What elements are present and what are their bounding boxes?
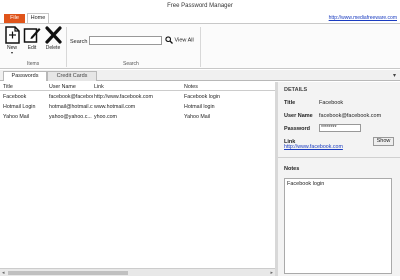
search-group-label: Search bbox=[123, 61, 139, 67]
cell-notes: Yahoo Mail bbox=[184, 114, 211, 120]
details-panel: DETAILS Title Facebook User Name faceboo… bbox=[278, 82, 400, 276]
file-tab[interactable]: File bbox=[4, 14, 25, 23]
scrollbar-thumb[interactable] bbox=[8, 271, 128, 275]
edit-button-label: Edit bbox=[27, 45, 37, 51]
delete-x-icon bbox=[44, 26, 62, 44]
search-label: Search bbox=[70, 39, 88, 45]
column-header-notes[interactable]: Notes bbox=[184, 84, 198, 90]
column-header-title[interactable]: Title bbox=[3, 84, 13, 90]
column-header-link[interactable]: Link bbox=[94, 84, 104, 90]
new-document-icon bbox=[4, 26, 20, 44]
items-group-label: Items bbox=[27, 61, 40, 67]
cell-link: http://www.facebook.com bbox=[94, 94, 153, 100]
title-bar: Free Password Manager bbox=[0, 0, 400, 12]
edit-button[interactable]: Edit bbox=[22, 26, 42, 51]
cell-title: Yahoo Mail bbox=[3, 114, 30, 120]
divider bbox=[278, 157, 400, 158]
cell-username: yahoo@yahoo.c... bbox=[49, 114, 92, 120]
new-button[interactable]: New ▾ bbox=[2, 26, 22, 55]
chevron-down-icon[interactable]: ▾ bbox=[393, 72, 396, 79]
ribbon-separator bbox=[200, 27, 201, 67]
search-input[interactable] bbox=[89, 36, 162, 45]
notes-textarea[interactable]: Facebook login bbox=[284, 178, 392, 274]
cell-link: yhoo.com bbox=[94, 114, 117, 120]
column-header-username[interactable]: User Name bbox=[49, 84, 76, 90]
details-heading: DETAILS bbox=[284, 87, 308, 93]
show-password-button[interactable]: Show bbox=[373, 137, 394, 146]
ribbon-tabs: File Home http://www.mediafreeware.com bbox=[0, 13, 400, 23]
title-value: Facebook bbox=[319, 100, 344, 106]
view-all-label: View All bbox=[174, 37, 194, 44]
scroll-left-icon[interactable]: ◂ bbox=[2, 270, 5, 276]
search-icon bbox=[165, 36, 173, 44]
delete-button-label: Delete bbox=[45, 45, 61, 51]
view-all-button[interactable]: View All bbox=[165, 36, 194, 44]
delete-button[interactable]: Delete bbox=[43, 26, 63, 51]
password-label: Password bbox=[284, 126, 310, 132]
edit-icon bbox=[23, 28, 41, 43]
passwords-table: Title User Name Link Notes Facebook face… bbox=[0, 82, 275, 268]
tab-passwords[interactable]: Passwords bbox=[3, 71, 47, 81]
cell-username: hotmail@hotmail.c... bbox=[49, 104, 93, 110]
notes-heading: Notes bbox=[284, 166, 300, 172]
document-tabs: Passwords Credit Cards ▾ bbox=[0, 70, 400, 81]
table-header: Title User Name Link Notes bbox=[0, 82, 275, 91]
cell-username: facebook@faceboo... bbox=[49, 94, 93, 100]
password-field[interactable]: ******** bbox=[319, 124, 361, 132]
home-tab[interactable]: Home bbox=[27, 13, 49, 23]
scroll-right-icon[interactable]: ▸ bbox=[270, 270, 273, 276]
chevron-down-icon: ▾ bbox=[10, 50, 13, 55]
link-value[interactable]: http://www.facebook.com bbox=[284, 144, 343, 150]
title-label: Title bbox=[284, 100, 296, 106]
ribbon: New ▾ Edit Delete Items Search View All … bbox=[0, 23, 400, 69]
window-title: Free Password Manager bbox=[167, 3, 233, 9]
cell-link: www.hotmail.com bbox=[94, 104, 136, 110]
username-value: facebook@facebook.com bbox=[319, 113, 382, 119]
ribbon-separator bbox=[66, 27, 67, 67]
horizontal-scrollbar[interactable]: ◂ ▸ bbox=[0, 268, 275, 276]
website-link[interactable]: http://www.mediafreeware.com bbox=[329, 15, 397, 21]
cell-title: Hotmail Login bbox=[3, 104, 36, 110]
cell-notes: Hotmail login bbox=[184, 104, 215, 110]
tab-credit-cards[interactable]: Credit Cards bbox=[47, 71, 97, 81]
username-label: User Name bbox=[284, 113, 313, 119]
cell-title: Facebook bbox=[3, 94, 27, 100]
cell-notes: Facebook login bbox=[184, 94, 220, 100]
